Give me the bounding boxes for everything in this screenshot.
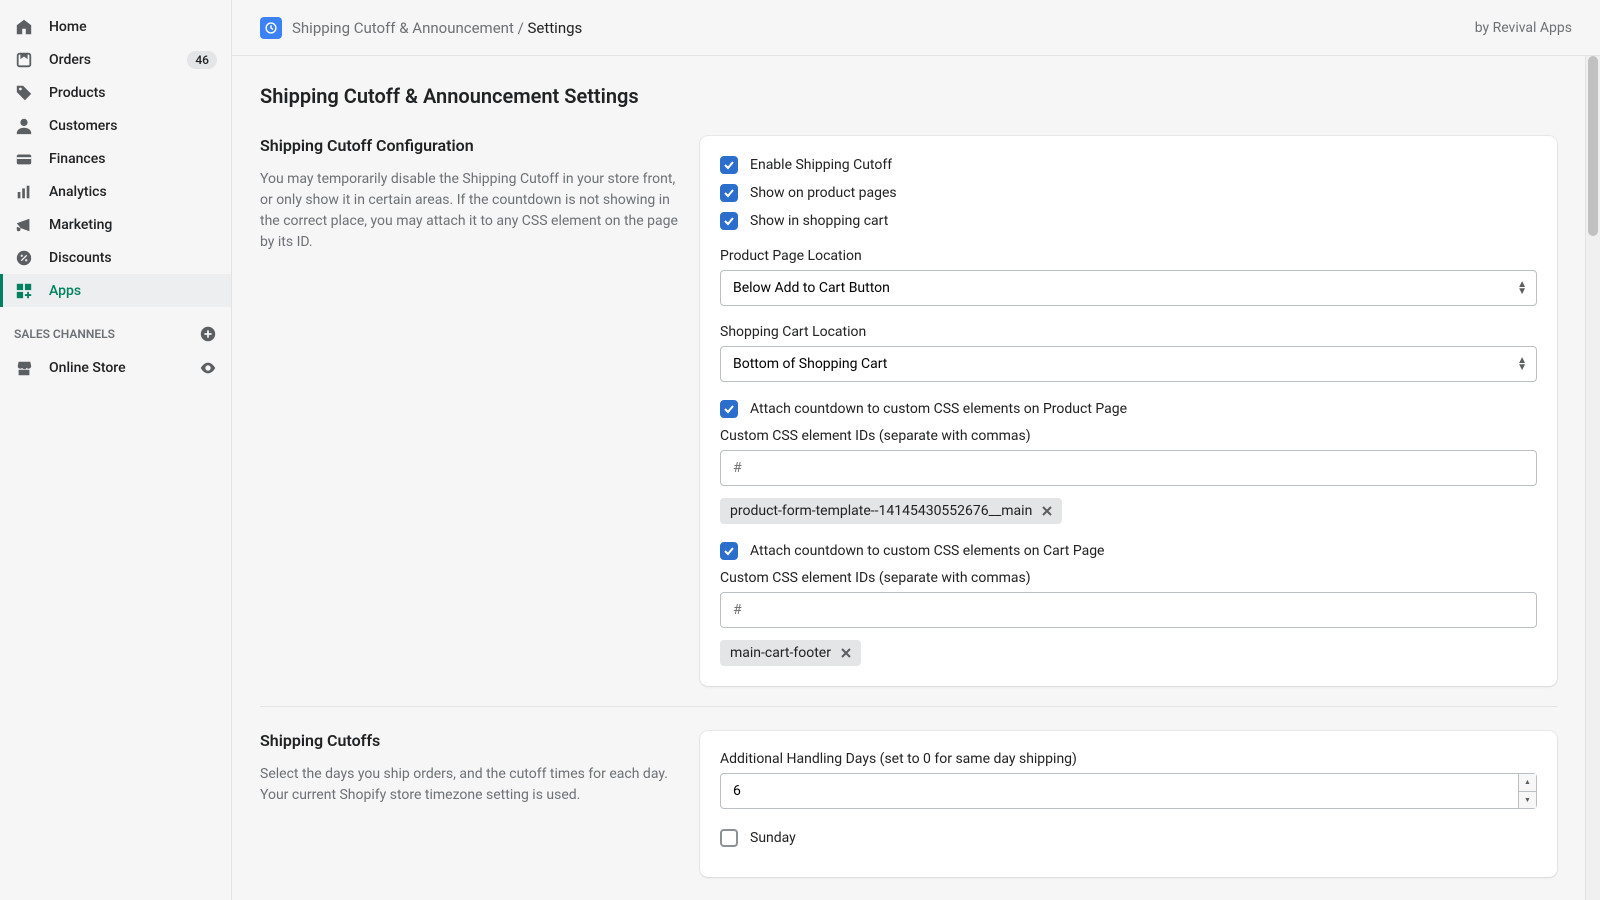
remove-tag-icon[interactable] <box>839 646 853 660</box>
number-spinner[interactable]: ▲▼ <box>1518 774 1536 808</box>
analytics-icon <box>14 182 34 202</box>
nav-finances[interactable]: Finances <box>0 142 231 175</box>
nav-label: Apps <box>49 283 217 299</box>
scrollbar[interactable] <box>1585 56 1600 900</box>
nav-customers[interactable]: Customers <box>0 109 231 142</box>
product-location-label: Product Page Location <box>720 248 1537 264</box>
nav-label: Finances <box>49 151 217 167</box>
orders-badge: 46 <box>187 51 217 69</box>
content: Shipping Cutoff & Announcement Settings … <box>232 56 1585 900</box>
topbar: Shipping Cutoff & Announcement / Setting… <box>232 0 1600 56</box>
checkbox-label: Show on product pages <box>750 185 897 201</box>
css-tag: main-cart-footer <box>720 640 861 666</box>
product-location-select[interactable]: Below Add to Cart Button <box>720 270 1537 306</box>
marketing-icon <box>14 215 34 235</box>
nav-apps[interactable]: Apps <box>0 274 231 307</box>
nav-orders[interactable]: Orders 46 <box>0 43 231 76</box>
app-icon <box>260 17 282 39</box>
checkbox-label: Attach countdown to custom CSS elements … <box>750 401 1127 417</box>
scrollbar-thumb[interactable] <box>1588 56 1598 236</box>
section-title: Shipping Cutoff Configuration <box>260 136 680 155</box>
apps-icon <box>14 281 34 301</box>
nav-products[interactable]: Products <box>0 76 231 109</box>
customers-icon <box>14 116 34 136</box>
show-product-checkbox[interactable] <box>720 184 738 202</box>
cart-location-select[interactable]: Bottom of Shopping Cart <box>720 346 1537 382</box>
nav-label: Products <box>49 85 217 101</box>
sales-channels-title: SALES CHANNELS <box>14 327 115 341</box>
section-desc: You may temporarily disable the Shipping… <box>260 169 680 253</box>
nav-label: Analytics <box>49 184 217 200</box>
tag-text: main-cart-footer <box>730 645 831 661</box>
orders-icon <box>14 50 34 70</box>
finances-icon <box>14 149 34 169</box>
section-cutoffs: Shipping Cutoffs Select the days you shi… <box>260 731 1557 897</box>
discounts-icon <box>14 248 34 268</box>
checkbox-label: Show in shopping cart <box>750 213 888 229</box>
by-line: by Revival Apps <box>1475 20 1572 36</box>
nav-analytics[interactable]: Analytics <box>0 175 231 208</box>
nav-label: Discounts <box>49 250 217 266</box>
checkbox-label: Attach countdown to custom CSS elements … <box>750 543 1104 559</box>
handling-days-input[interactable] <box>720 773 1537 809</box>
breadcrumb-current: Settings <box>528 19 583 37</box>
home-icon <box>14 17 34 37</box>
nav-home[interactable]: Home <box>0 10 231 43</box>
cart-css-input[interactable] <box>720 592 1537 628</box>
config-card: Enable Shipping Cutoff Show on product p… <box>700 136 1557 686</box>
tag-text: product-form-template--14145430552676__m… <box>730 503 1032 519</box>
sidebar: Home Orders 46 Products Customers Financ… <box>0 0 232 900</box>
cart-location-label: Shopping Cart Location <box>720 324 1537 340</box>
breadcrumb: Shipping Cutoff & Announcement / Setting… <box>292 19 582 37</box>
cutoffs-card: Additional Handling Days (set to 0 for s… <box>700 731 1557 877</box>
section-title: Shipping Cutoffs <box>260 731 680 750</box>
sales-channels-header: SALES CHANNELS <box>0 307 231 351</box>
attach-cart-checkbox[interactable] <box>720 542 738 560</box>
view-store-icon[interactable] <box>199 359 217 377</box>
nav-discounts[interactable]: Discounts <box>0 241 231 274</box>
remove-tag-icon[interactable] <box>1040 504 1054 518</box>
handling-label: Additional Handling Days (set to 0 for s… <box>720 751 1537 767</box>
spinner-down-icon[interactable]: ▼ <box>1519 792 1536 809</box>
product-css-input[interactable] <box>720 450 1537 486</box>
nav-online-store[interactable]: Online Store <box>0 351 231 384</box>
nav-label: Online Store <box>49 360 199 376</box>
nav-marketing[interactable]: Marketing <box>0 208 231 241</box>
breadcrumb-parent[interactable]: Shipping Cutoff & Announcement <box>292 19 514 37</box>
store-icon <box>14 358 34 378</box>
checkbox-label: Enable Shipping Cutoff <box>750 157 892 173</box>
attach-product-checkbox[interactable] <box>720 400 738 418</box>
nav-label: Customers <box>49 118 217 134</box>
checkbox-label: Sunday <box>750 830 796 846</box>
spinner-up-icon[interactable]: ▲ <box>1519 774 1536 792</box>
nav-label: Home <box>49 19 217 35</box>
section-desc: Select the days you ship orders, and the… <box>260 764 680 806</box>
nav-label: Orders <box>49 52 187 68</box>
section-config: Shipping Cutoff Configuration You may te… <box>260 136 1557 707</box>
css-ids-label: Custom CSS element IDs (separate with co… <box>720 570 1537 586</box>
products-icon <box>14 83 34 103</box>
css-tag: product-form-template--14145430552676__m… <box>720 498 1062 524</box>
show-cart-checkbox[interactable] <box>720 212 738 230</box>
sunday-checkbox[interactable] <box>720 829 738 847</box>
enable-cutoff-checkbox[interactable] <box>720 156 738 174</box>
nav-label: Marketing <box>49 217 217 233</box>
page-title: Shipping Cutoff & Announcement Settings <box>260 84 1557 108</box>
add-channel-icon[interactable] <box>199 325 217 343</box>
css-ids-label: Custom CSS element IDs (separate with co… <box>720 428 1537 444</box>
